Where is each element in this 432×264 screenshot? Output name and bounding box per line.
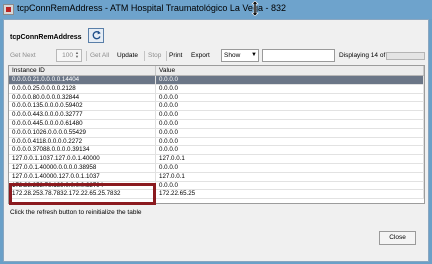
close-button[interactable]: Close (379, 231, 416, 245)
stop-button[interactable]: Stop (148, 49, 161, 63)
object-name-label: tcpConnRemAddress (10, 34, 82, 41)
column-header-value[interactable]: Value (156, 66, 424, 75)
get-next-button[interactable]: Get Next (10, 49, 36, 63)
table-row[interactable]: 0.0.0.0.4118.0.0.0.0.2272 0.0.0.0 (9, 137, 424, 147)
cell-value: 0.0.0.0 (156, 137, 424, 146)
search-input[interactable] (262, 49, 335, 62)
spinner-arrows-icon[interactable]: ▲ ▼ (74, 51, 80, 60)
toolbar: Get Next 100 ▲ ▼ Get All Update Stop Prin… (6, 49, 426, 63)
cell-instance-id: 127.0.0.1.40000.127.0.0.1.1037 (9, 172, 156, 181)
count-value: 100 (62, 52, 73, 59)
chevron-down-icon: ▼ (251, 52, 257, 58)
toolbar-separator (86, 51, 87, 61)
cell-instance-id: 127.0.0.1.1037.127.0.0.1.40000 (9, 155, 156, 163)
cell-instance-id: 0.0.0.0.1026.0.0.0.0.55429 (9, 128, 156, 137)
table-row[interactable]: 0.0.0.0.135.0.0.0.0.59402 0.0.0.0 (9, 102, 424, 112)
table-row[interactable]: 0.0.0.0.1026.0.0.0.0.55429 0.0.0.0 (9, 128, 424, 138)
cell-instance-id: 0.0.0.0.445.0.0.0.0.61480 (9, 119, 156, 128)
cell-value: 0.0.0.0 (156, 93, 424, 102)
column-header-instance-id[interactable]: Instance ID (9, 66, 156, 75)
cell-instance-id: 0.0.0.0.37088.0.0.0.0.39134 (9, 146, 156, 155)
table-row[interactable]: 0.0.0.0.445.0.0.0.0.61480 0.0.0.0 (9, 119, 424, 129)
table-body: 0.0.0.0.21.0.0.0.0.14404 0.0.0.0 0.0.0.0.2… (9, 76, 424, 200)
print-button[interactable]: Print (169, 49, 182, 63)
table-row[interactable]: 0.0.0.0.25.0.0.0.0.2128 0.0.0.0 (9, 84, 424, 94)
table-row[interactable]: 0.0.0.0.443.0.0.0.0.32777 0.0.0.0 (9, 111, 424, 120)
get-all-button[interactable]: Get All (90, 49, 109, 63)
table-row[interactable]: 0.0.0.0.21.0.0.0.0.14404 0.0.0.0 (9, 76, 424, 85)
cell-instance-id: 127.0.0.1.40000.0.0.0.0.38958 (9, 163, 156, 172)
title-bar[interactable]: tcpConnRemAddress - ATM Hospital Traumat… (0, 0, 432, 19)
table-row[interactable]: 0.0.0.0.37088.0.0.0.0.39134 0.0.0.0 (9, 146, 424, 156)
status-text: Click the refresh button to reinitialize… (10, 209, 142, 216)
cell-value: 0.0.0.0 (156, 102, 424, 111)
table-row[interactable]: 127.0.0.1.40000.127.0.0.1.1037 127.0.0.1 (9, 172, 424, 182)
cell-value: 0.0.0.0 (156, 146, 424, 155)
export-button[interactable]: Export (191, 49, 210, 63)
annotation-highlight-box (9, 183, 156, 205)
cell-instance-id: 0.0.0.0.25.0.0.0.0.2128 (9, 84, 156, 93)
cell-value: 0.0.0.0 (156, 111, 424, 119)
cell-value: 127.0.0.1 (156, 172, 424, 181)
cell-value: 127.0.0.1 (156, 155, 424, 163)
refresh-button[interactable] (88, 28, 104, 43)
cell-instance-id: 0.0.0.0.443.0.0.0.0.32777 (9, 111, 156, 119)
cell-instance-id: 0.0.0.0.21.0.0.0.0.14404 (9, 76, 156, 84)
dialog-window: tcpConnRemAddress - ATM Hospital Traumat… (0, 0, 432, 264)
cell-value: 0.0.0.0 (156, 181, 424, 190)
update-button[interactable]: Update (117, 49, 138, 63)
app-icon (3, 4, 14, 15)
cell-instance-id: 0.0.0.0.4118.0.0.0.0.2272 (9, 137, 156, 146)
mouse-cursor-icon (251, 1, 259, 16)
window-title: tcpConnRemAddress - ATM Hospital Traumat… (17, 3, 286, 13)
toolbar-separator (166, 51, 167, 61)
cell-value: 0.0.0.0 (156, 84, 424, 93)
cell-value: 0.0.0.0 (156, 163, 424, 172)
show-select[interactable]: Show ▼ (221, 49, 259, 62)
cell-value: 0.0.0.0 (156, 119, 424, 128)
dialog-content: tcpConnRemAddress Get Next 100 ▲ ▼ Get Al… (3, 19, 429, 262)
table-row[interactable]: 0.0.0.0.80.0.0.0.0.32844 0.0.0.0 (9, 93, 424, 103)
table-header: Instance ID Value (9, 66, 424, 76)
toolbar-separator (144, 51, 145, 61)
table-row[interactable]: 127.0.0.1.40000.0.0.0.0.38958 0.0.0.0 (9, 163, 424, 173)
cell-instance-id: 0.0.0.0.135.0.0.0.0.59402 (9, 102, 156, 111)
show-select-value: Show (224, 52, 241, 59)
cell-value: 0.0.0.0 (156, 76, 424, 84)
table-row[interactable]: 127.0.0.1.1037.127.0.0.1.40000 127.0.0.1 (9, 155, 424, 164)
progress-bar (386, 52, 425, 60)
cell-value: 0.0.0.0 (156, 128, 424, 137)
cell-instance-id: 0.0.0.0.80.0.0.0.0.32844 (9, 93, 156, 102)
refresh-icon (92, 30, 101, 40)
count-spinner[interactable]: 100 ▲ ▼ (56, 49, 82, 62)
cell-value: 172.22.65.25 (156, 190, 424, 199)
